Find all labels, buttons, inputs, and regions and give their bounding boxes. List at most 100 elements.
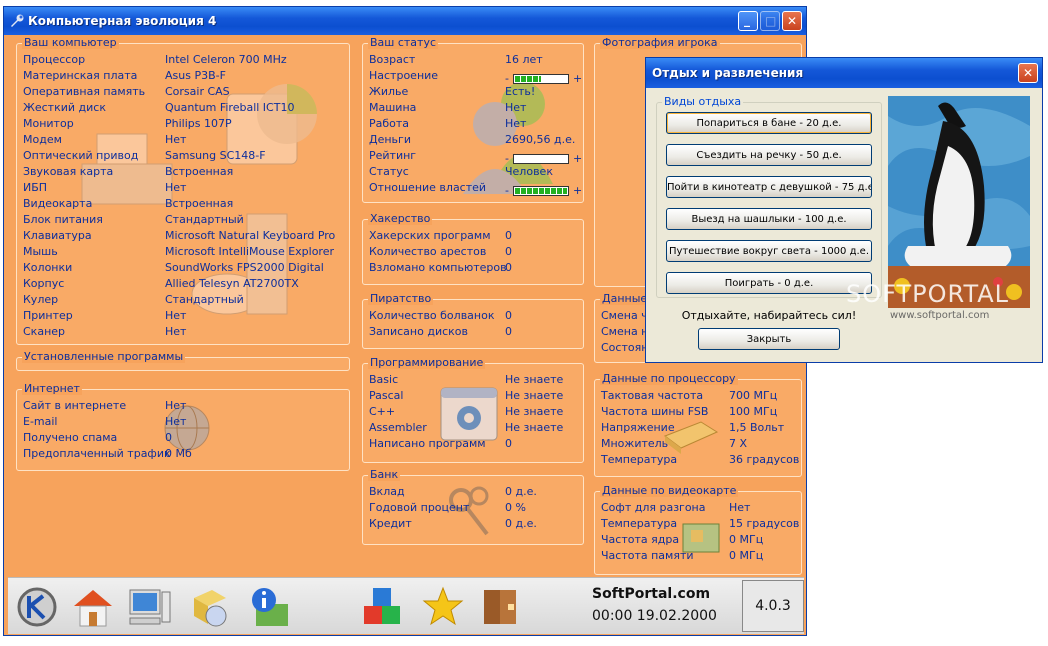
software-box-icon[interactable]: [186, 584, 232, 630]
programming-row-label: Basic: [369, 373, 399, 386]
computer-row-value: Intel Celeron 700 MHz: [165, 53, 287, 66]
computer-row-value: Quantum Fireball ICT10: [165, 101, 295, 114]
installed-group: Установленные программы: [16, 350, 350, 371]
authorities-progress-fill: [515, 188, 567, 194]
river-trip-button[interactable]: Съездить на речку - 50 д.е.: [666, 144, 872, 166]
penguin-image: [888, 96, 1030, 308]
computer-row-value: Встроенная: [165, 165, 234, 178]
dialog-close-button[interactable]: ✕: [1018, 63, 1038, 83]
cpu-group: Данные по процессору Тактовая частота 700…: [594, 372, 802, 477]
piracy-group: Пиратство Количество болванок 0 Записано д…: [362, 292, 584, 349]
maximize-button[interactable]: □: [760, 11, 780, 31]
dialog-close-action-button[interactable]: Закрыть: [698, 328, 840, 350]
play-button[interactable]: Поиграть - 0 д.е.: [666, 272, 872, 294]
dialog-message: Отдыхайте, набирайтесь сил!: [681, 309, 857, 322]
computer-row-label: Звуковая карта: [23, 165, 114, 178]
status-group-title: Ваш статус: [368, 36, 439, 49]
kde-menu-icon[interactable]: [14, 584, 60, 630]
bank-row-label: Вклад: [369, 485, 405, 498]
star-icon[interactable]: [420, 584, 466, 630]
sauna-button[interactable]: Попариться в бане - 20 д.е.: [666, 112, 872, 134]
main-titlebar[interactable]: Компьютерная эволюция 4 _ □ ✕: [4, 7, 806, 35]
maximize-icon: □: [765, 14, 777, 28]
bank-row-label: Годовой процент: [369, 501, 470, 514]
computer-row-label: Материнская плата: [23, 69, 138, 82]
piracy-row-value: 0: [505, 325, 512, 338]
internet-row-value: Нет: [165, 399, 187, 412]
computer-row-label: Оперативная память: [23, 85, 146, 98]
close-button[interactable]: ✕: [782, 11, 802, 31]
computer-row-value: Philips 107P: [165, 117, 232, 130]
computer-row-value: Нет: [165, 133, 187, 146]
main-window-title: Компьютерная эволюция 4: [28, 14, 217, 28]
computer-icon[interactable]: [126, 584, 172, 630]
programming-row-label: Assembler: [369, 421, 427, 434]
internet-row-label: Предоплаченный трафик: [23, 447, 171, 460]
wrench-icon: [11, 14, 24, 27]
hacking-group-title: Хакерство: [368, 212, 433, 225]
cpu-row-value: 7 X: [729, 437, 748, 450]
home-icon[interactable]: [70, 584, 116, 630]
piracy-row-label: Количество болванок: [369, 309, 495, 322]
softportal-watermark: SOFTPORTAL: [846, 280, 1010, 308]
computer-row-value: Нет: [165, 325, 187, 338]
computer-row-value: Нет: [165, 181, 187, 194]
internet-row-label: Получено спама: [23, 431, 118, 444]
status-group: Ваш статус Возраст 16 лет Настроение - + …: [362, 36, 584, 203]
rating-progress-bar: [513, 154, 569, 164]
computer-row-label: Монитор: [23, 117, 74, 130]
piracy-row-label: Записано дисков: [369, 325, 468, 338]
programming-row-label: Написано программ: [369, 437, 486, 450]
gear-window-icon: [440, 387, 498, 441]
computer-group-title: Ваш компьютер: [22, 36, 119, 49]
internet-row-value: 0 Мб: [165, 447, 192, 460]
photo-group-title: Фотография игрока: [600, 36, 720, 49]
cpu-row-value: 700 МГц: [729, 389, 778, 402]
programming-row-value: Не знаете: [505, 421, 564, 434]
video-row-label: Температура: [601, 517, 678, 530]
computer-row-value: Стандартный: [165, 293, 244, 306]
computer-row-label: Блок питания: [23, 213, 103, 226]
programming-row-value: 0: [505, 437, 512, 450]
computer-row-label: Процессор: [23, 53, 86, 66]
video-row-value: 0 МГц: [729, 549, 764, 562]
piracy-row-value: 0: [505, 309, 512, 322]
cpu-row-value: 100 МГц: [729, 405, 778, 418]
computer-row-label: Оптический привод: [23, 149, 139, 162]
computer-row-label: Мышь: [23, 245, 58, 258]
minimize-button[interactable]: _: [738, 11, 758, 31]
computer-row-label: Жесткий диск: [23, 101, 106, 114]
dialog-close-icon: ✕: [1023, 66, 1034, 80]
cpu-row-label: Частота шины FSB: [601, 405, 709, 418]
programming-row-value: Не знаете: [505, 405, 564, 418]
programming-row-value: Не знаете: [505, 373, 564, 386]
computer-row-value: Asus P3B-F: [165, 69, 226, 82]
computer-row-value: Microsoft Natural Keyboard Pro: [165, 229, 336, 242]
bank-row-label: Кредит: [369, 517, 412, 530]
close-icon: ✕: [787, 14, 798, 28]
authorities-progress-bar: [513, 186, 569, 196]
video-group: Данные по видеокарте Софт для разгона Нет…: [594, 484, 802, 575]
cpu-row-value: 1,5 Вольт: [729, 421, 785, 434]
hacking-row-label: Количество арестов: [369, 245, 487, 258]
video-row-label: Софт для разгона: [601, 501, 706, 514]
wallet-icon[interactable]: [478, 584, 524, 630]
programming-group-title: Программирование: [368, 356, 486, 369]
programming-group: Программирование Basic Не знаете Pascal Не …: [362, 356, 584, 463]
video-row-label: Частота памяти: [601, 549, 694, 562]
cinema-button[interactable]: Пойти в кинотеатр с девушкой - 75 д.е.: [666, 176, 872, 198]
cubes-icon[interactable]: [360, 584, 406, 630]
video-row-label: Частота ядра: [601, 533, 680, 546]
bank-group: Банк Вклад 0 д.е. Годовой процент 0 % Кредит…: [362, 468, 584, 545]
dialog-titlebar[interactable]: Отдых и развлечения ✕: [646, 58, 1042, 88]
world-trip-button[interactable]: Путешествие вокруг света - 1000 д.е.: [666, 240, 872, 262]
cpu-group-title: Данные по процессору: [600, 372, 738, 385]
info-board-icon[interactable]: [246, 584, 292, 630]
computer-row-label: ИБП: [23, 181, 48, 194]
computer-row-label: Кулер: [23, 293, 59, 306]
hacking-row-label: Хакерских программ: [369, 229, 491, 242]
shashlik-trip-button[interactable]: Выезд на шашлыки - 100 д.е.: [666, 208, 872, 230]
authorities-plus: +: [573, 184, 583, 197]
dialog-title: Отдых и развлечения: [652, 66, 804, 80]
hard-drive-icon: [226, 84, 317, 165]
